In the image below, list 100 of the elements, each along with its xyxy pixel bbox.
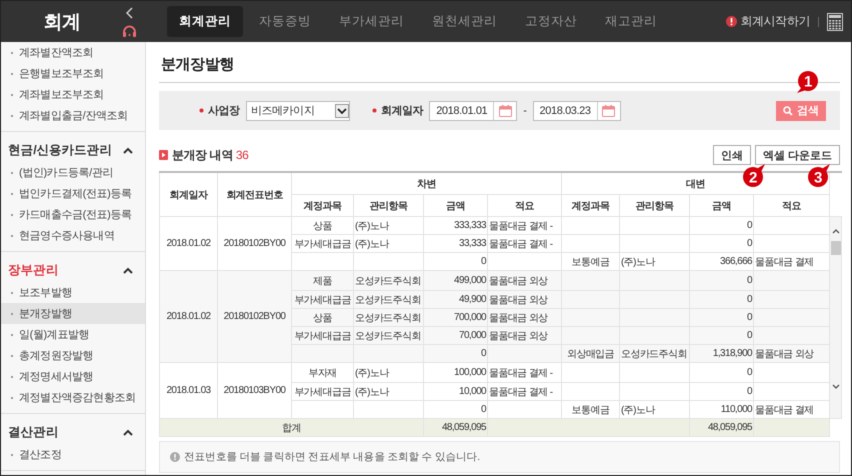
required-icon xyxy=(199,108,204,113)
sidebar-item[interactable]: 계정별잔액증감현황조회 xyxy=(1,387,145,408)
collapse-icon[interactable] xyxy=(123,267,133,274)
required-icon xyxy=(372,108,377,113)
column-header: 계정과목 xyxy=(562,194,620,216)
table-cell: (주)노나 xyxy=(354,234,424,252)
table-cell: 700,000 xyxy=(424,308,488,326)
business-select[interactable]: 비즈메카이지 xyxy=(246,100,350,120)
table-cell: 오성카드주식회 xyxy=(620,344,690,362)
table-cell: 부자재 xyxy=(292,362,354,382)
headset-icon[interactable] xyxy=(122,24,136,36)
menu-group-title[interactable]: 장부관리 xyxy=(8,262,58,279)
start-link[interactable]: 회계시작하기 xyxy=(740,13,810,30)
table-cell: 0 xyxy=(690,326,754,344)
dropdown-icon[interactable] xyxy=(334,104,349,118)
table-cell: 48,059,095 xyxy=(690,418,754,436)
table-cell: 오성카드주식회 xyxy=(354,308,424,326)
table-cell: 0 xyxy=(690,308,754,326)
section-icon xyxy=(159,150,168,160)
callout-badge: 3 xyxy=(805,164,831,190)
date-field[interactable]: 2018.03.23 xyxy=(532,100,621,120)
search-icon xyxy=(783,106,793,116)
sidebar-item[interactable]: 보조부발행 xyxy=(1,282,145,303)
sidebar-item[interactable]: 총계정원장발행 xyxy=(1,345,145,366)
column-header: 금액 xyxy=(690,194,754,216)
table-cell: 부가세대급금 xyxy=(292,326,354,344)
nav-tab[interactable]: 원천세관리 xyxy=(420,6,509,37)
column-header: 적요 xyxy=(488,194,562,216)
sidebar-item[interactable]: (법인)카드등록/관리 xyxy=(1,162,145,183)
voucher-cell[interactable]: 20180102BY00 xyxy=(218,270,292,362)
column-header: 회계일자 xyxy=(160,172,218,216)
date-separator: - xyxy=(523,104,527,116)
table-cell: 부가세대급금 xyxy=(292,234,354,252)
table-cell: 10,000 xyxy=(424,382,488,400)
table-cell: (주)노나 xyxy=(354,216,424,234)
sidebar-item[interactable]: 일(월)계표발행 xyxy=(1,324,145,345)
sidebar-item[interactable]: 현금영수증사용내역 xyxy=(1,225,145,246)
sidebar-item[interactable]: 결산조정 xyxy=(1,444,145,465)
column-header: 계정과목 xyxy=(292,194,354,216)
table-cell: 오성카드주식회 xyxy=(354,290,424,308)
table-cell: (주)노나 xyxy=(354,382,424,400)
table-cell: 부가세대급금 xyxy=(292,290,354,308)
callout-badge: 1 xyxy=(795,68,821,94)
toolbar-button[interactable]: 엑셀 다운로드 xyxy=(754,145,840,165)
calculator-icon[interactable] xyxy=(827,12,843,30)
table-cell: 0 xyxy=(690,270,754,290)
nav-tab[interactable]: 자동증빙 xyxy=(247,6,323,37)
table-cell: 물품대금 결제 - xyxy=(488,382,562,400)
column-header: 차변 xyxy=(292,172,562,194)
table-cell: 물품대금 결제 - xyxy=(488,234,562,252)
table-cell: 물품대금 외상 xyxy=(488,290,562,308)
table-cell: 부가세대급금 xyxy=(292,382,354,400)
toolbar-button[interactable]: 인쇄 xyxy=(712,145,751,165)
table-cell: 상품 xyxy=(292,216,354,234)
info-icon xyxy=(170,452,180,462)
column-header: 적요 xyxy=(754,194,830,216)
collapse-icon[interactable] xyxy=(123,429,133,436)
sidebar-item[interactable]: 계좌별보조부조회 xyxy=(1,84,145,105)
menu-group-title[interactable]: 현금/신용카드관리 xyxy=(8,142,112,159)
table-cell: 70,000 xyxy=(424,326,488,344)
menu-group-title[interactable]: 결산관리 xyxy=(8,424,58,441)
section-title: 분개장 내역 36 xyxy=(172,146,248,164)
table-cell: 0 xyxy=(424,344,488,362)
nav-tab[interactable]: 고정자산 xyxy=(513,6,589,37)
table-cell: 물품대금 외상 xyxy=(488,326,562,344)
nav-tab[interactable]: 재고관리 xyxy=(593,6,669,37)
scrollbar[interactable] xyxy=(830,216,842,418)
sidebar-item[interactable]: 계좌별잔액조회 xyxy=(1,42,145,63)
table-cell: 2018.01.02 xyxy=(160,270,218,362)
table-cell: (주)노나 xyxy=(354,362,424,382)
collapse-sidebar-icon[interactable] xyxy=(125,6,133,18)
table-cell: 물품대금 결제 - xyxy=(488,216,562,234)
sidebar-item[interactable]: 분개장발행 xyxy=(1,303,145,324)
nav-tab[interactable]: 부가세관리 xyxy=(327,6,416,37)
app-title: 회계 xyxy=(42,10,82,34)
field-label: 사업장 xyxy=(208,104,240,118)
table-cell: 0 xyxy=(690,216,754,234)
table-cell: 49,900 xyxy=(424,290,488,308)
collapse-icon[interactable] xyxy=(123,147,133,154)
sidebar-item[interactable]: 법인카드결제(전표)등록 xyxy=(1,183,145,204)
sidebar-item[interactable]: 은행별보조부조회 xyxy=(1,63,145,84)
table-cell: 0 xyxy=(690,290,754,308)
column-header: 관리항목 xyxy=(620,194,690,216)
table-cell: 물품대금 외상 xyxy=(754,344,830,362)
column-header: 금액 xyxy=(424,194,488,216)
date-field[interactable]: 2018.01.01 xyxy=(429,100,518,120)
column-header: 회계전표번호 xyxy=(218,172,292,216)
sidebar-item[interactable]: 카드매출수금(전표)등록 xyxy=(1,204,145,225)
table-cell: 0 xyxy=(690,382,754,400)
column-header: 관리항목 xyxy=(354,194,424,216)
table-cell: 오성카드주식회 xyxy=(354,326,424,344)
nav-tab[interactable]: 회계관리 xyxy=(167,6,243,37)
table-cell: 48,059,095 xyxy=(424,418,488,436)
table-cell: 제품 xyxy=(292,270,354,290)
sidebar-item[interactable]: 계좌별입출금/잔액조회 xyxy=(1,105,145,126)
table-cell: 499,000 xyxy=(424,270,488,290)
table-cell: 1,318,900 xyxy=(690,344,754,362)
table-cell: 물품대금 외상 xyxy=(488,270,562,290)
sidebar-item[interactable]: 계정명세서발행 xyxy=(1,366,145,387)
callout-badge: 2 xyxy=(740,164,766,190)
